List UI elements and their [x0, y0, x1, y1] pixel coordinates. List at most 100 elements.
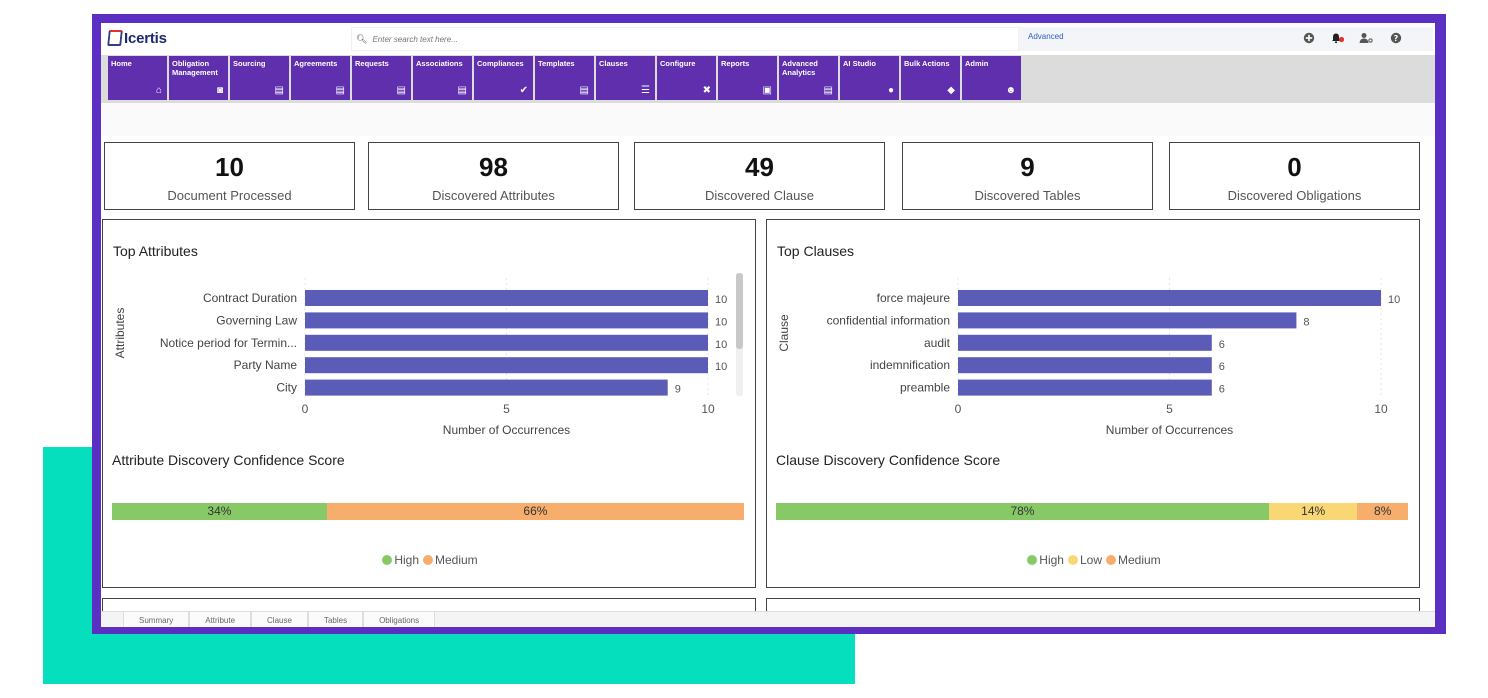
user-settings-icon[interactable] — [1359, 30, 1374, 45]
bar-value-label: 6 — [1219, 384, 1225, 396]
bar-category-label: City — [276, 381, 297, 395]
users-admin-icon: ☻ — [1005, 85, 1016, 96]
confidence-segment-medium[interactable]: 8% — [1357, 503, 1408, 520]
search-icon[interactable]: 🔍︎ — [356, 34, 367, 45]
legend-item-medium[interactable]: Medium — [423, 553, 478, 567]
bar-category-label: Contract Duration — [203, 291, 297, 305]
nav-item-admin[interactable]: Admin ☻ — [962, 56, 1021, 100]
top-header: Icertis 🔍︎ Advanced ? — [101, 23, 1435, 55]
legend-label: Medium — [435, 553, 478, 567]
legend-label: High — [394, 553, 419, 567]
bar-force-majeure[interactable] — [958, 290, 1381, 306]
nav-item-label: Associations — [416, 59, 463, 68]
scrollbar-thumb[interactable] — [736, 273, 743, 349]
nav-item-compliances[interactable]: Compliances ✔ — [474, 56, 533, 100]
attribute-confidence-bar: 34% 66% — [112, 503, 744, 520]
legend-label: Low — [1079, 553, 1102, 567]
confidence-segment-low[interactable]: 14% — [1268, 503, 1358, 520]
nav-item-label: Clauses — [599, 59, 628, 68]
nav-item-associations[interactable]: Associations ▤ — [413, 56, 472, 100]
legend-label: High — [1039, 553, 1064, 567]
tab-obligations[interactable]: Obligations — [363, 612, 436, 627]
bar-value-label: 10 — [1388, 294, 1400, 306]
logo-mark-icon — [107, 30, 123, 46]
confidence-segment-high[interactable]: 34% — [112, 503, 327, 520]
nav-item-agreements[interactable]: Agreements ▤ — [291, 56, 350, 100]
bar-contract-duration[interactable] — [305, 290, 708, 306]
nav-item-bulk-actions[interactable]: Bulk Actions ◆ — [901, 56, 960, 100]
add-circle-icon[interactable] — [1301, 30, 1316, 45]
x-tick-label: 5 — [503, 402, 510, 416]
advanced-search-link[interactable]: Advanced — [1028, 32, 1064, 41]
nav-item-ai-studio[interactable]: AI Studio ● — [840, 56, 899, 100]
bar-category-label: Party Name — [234, 358, 298, 372]
bar-value-label: 8 — [1303, 316, 1309, 328]
bar-preamble[interactable] — [958, 379, 1212, 396]
nav-item-clauses[interactable]: Clauses ☰ — [596, 56, 655, 100]
nav-item-label: Requests — [355, 59, 389, 68]
document-icon: ▤ — [335, 85, 345, 96]
tab-clause[interactable]: Clause — [251, 612, 308, 627]
confidence-segment-high[interactable]: 78% — [776, 503, 1269, 520]
legend-item-high[interactable]: High — [1027, 553, 1064, 567]
nav-item-label: Agreements — [294, 59, 338, 68]
header-icons: ? — [1301, 30, 1403, 45]
legend-item-medium[interactable]: Medium — [1106, 553, 1161, 567]
stat-card-documents-processed: 10 Document Processed — [104, 142, 355, 210]
bar-governing-law[interactable] — [305, 312, 708, 329]
check-icon: ✔ — [519, 85, 528, 96]
document-icon: ▤ — [457, 85, 467, 96]
nav-item-templates[interactable]: Templates ▤ — [535, 56, 594, 100]
tab-summary[interactable]: Summary — [123, 612, 190, 627]
document-icon: ▤ — [396, 85, 406, 96]
nav-item-advanced-analytics[interactable]: Advanced Analytics ▤ — [779, 56, 838, 100]
notification-bell-icon[interactable] — [1330, 30, 1345, 45]
bar-city[interactable] — [305, 379, 668, 396]
stat-card-discovered-obligations: 0 Discovered Obligations — [1169, 142, 1420, 210]
x-tick-label: 0 — [302, 402, 309, 416]
nav-item-sourcing[interactable]: Sourcing ▤ — [230, 56, 289, 100]
icertis-logo[interactable]: Icertis — [107, 28, 167, 48]
bar-value-label: 10 — [715, 339, 727, 351]
nav-item-home[interactable]: Home ⌂ — [108, 56, 167, 100]
bar-confidential-information[interactable] — [958, 312, 1297, 329]
sub-header-band — [101, 103, 1435, 136]
bar-audit[interactable] — [958, 334, 1212, 351]
nav-item-obligation-management[interactable]: Obligation Management ◙ — [169, 56, 228, 100]
search-box: 🔍︎ — [351, 27, 1019, 51]
legend-item-low[interactable]: Low — [1067, 553, 1102, 567]
confidence-segment-medium[interactable]: 66% — [326, 503, 744, 520]
document-icon: ▤ — [823, 85, 833, 96]
bar-notice-period-for-termin[interactable] — [305, 334, 708, 351]
nav-item-requests[interactable]: Requests ▤ — [352, 56, 411, 100]
bar-category-label: audit — [924, 336, 951, 350]
attribute-confidence-legend: High Medium — [103, 553, 757, 568]
nav-item-reports[interactable]: Reports ▣ — [718, 56, 777, 100]
tab-attribute[interactable]: Attribute — [189, 612, 252, 627]
document-icon: ▤ — [579, 85, 589, 96]
stat-card-discovered-tables: 9 Discovered Tables — [902, 142, 1153, 210]
bar-value-label: 10 — [715, 361, 727, 373]
top-attributes-chart: 0 5 10 Contract Duration 10 Governing Law 10 No… — [113, 278, 727, 437]
x-tick-label: 10 — [1374, 402, 1388, 416]
legend-item-high[interactable]: High — [382, 553, 419, 567]
help-icon[interactable]: ? — [1388, 30, 1403, 45]
layers-icon: ◆ — [947, 85, 955, 96]
x-axis-title: Number of Occurrences — [1106, 423, 1233, 437]
search-input[interactable] — [372, 34, 933, 44]
bar-category-label: preamble — [900, 381, 950, 395]
tab-tables[interactable]: Tables — [307, 612, 364, 627]
legend-dot-icon — [1027, 555, 1038, 565]
main-navigation: Home ⌂ Obligation Management ◙ Sourcing ▤ Agre… — [101, 55, 1435, 103]
bar-party-name[interactable] — [305, 357, 708, 374]
nav-item-configure[interactable]: Configure ✖ — [657, 56, 716, 100]
clause-confidence-bar: 78% 14% 8% — [776, 503, 1408, 520]
top-clauses-chart: 0 5 10 force majeure 10 confidential informat… — [777, 278, 1400, 437]
nav-item-label: Sourcing — [233, 59, 266, 68]
nav-item-label: Configure — [660, 59, 696, 68]
bar-indemnification[interactable] — [958, 357, 1212, 374]
stat-value: 0 — [1287, 152, 1302, 182]
chart-scrollbar[interactable] — [736, 273, 743, 396]
x-tick-label: 0 — [955, 402, 962, 416]
top-clauses-title: Top Clauses — [777, 243, 855, 259]
